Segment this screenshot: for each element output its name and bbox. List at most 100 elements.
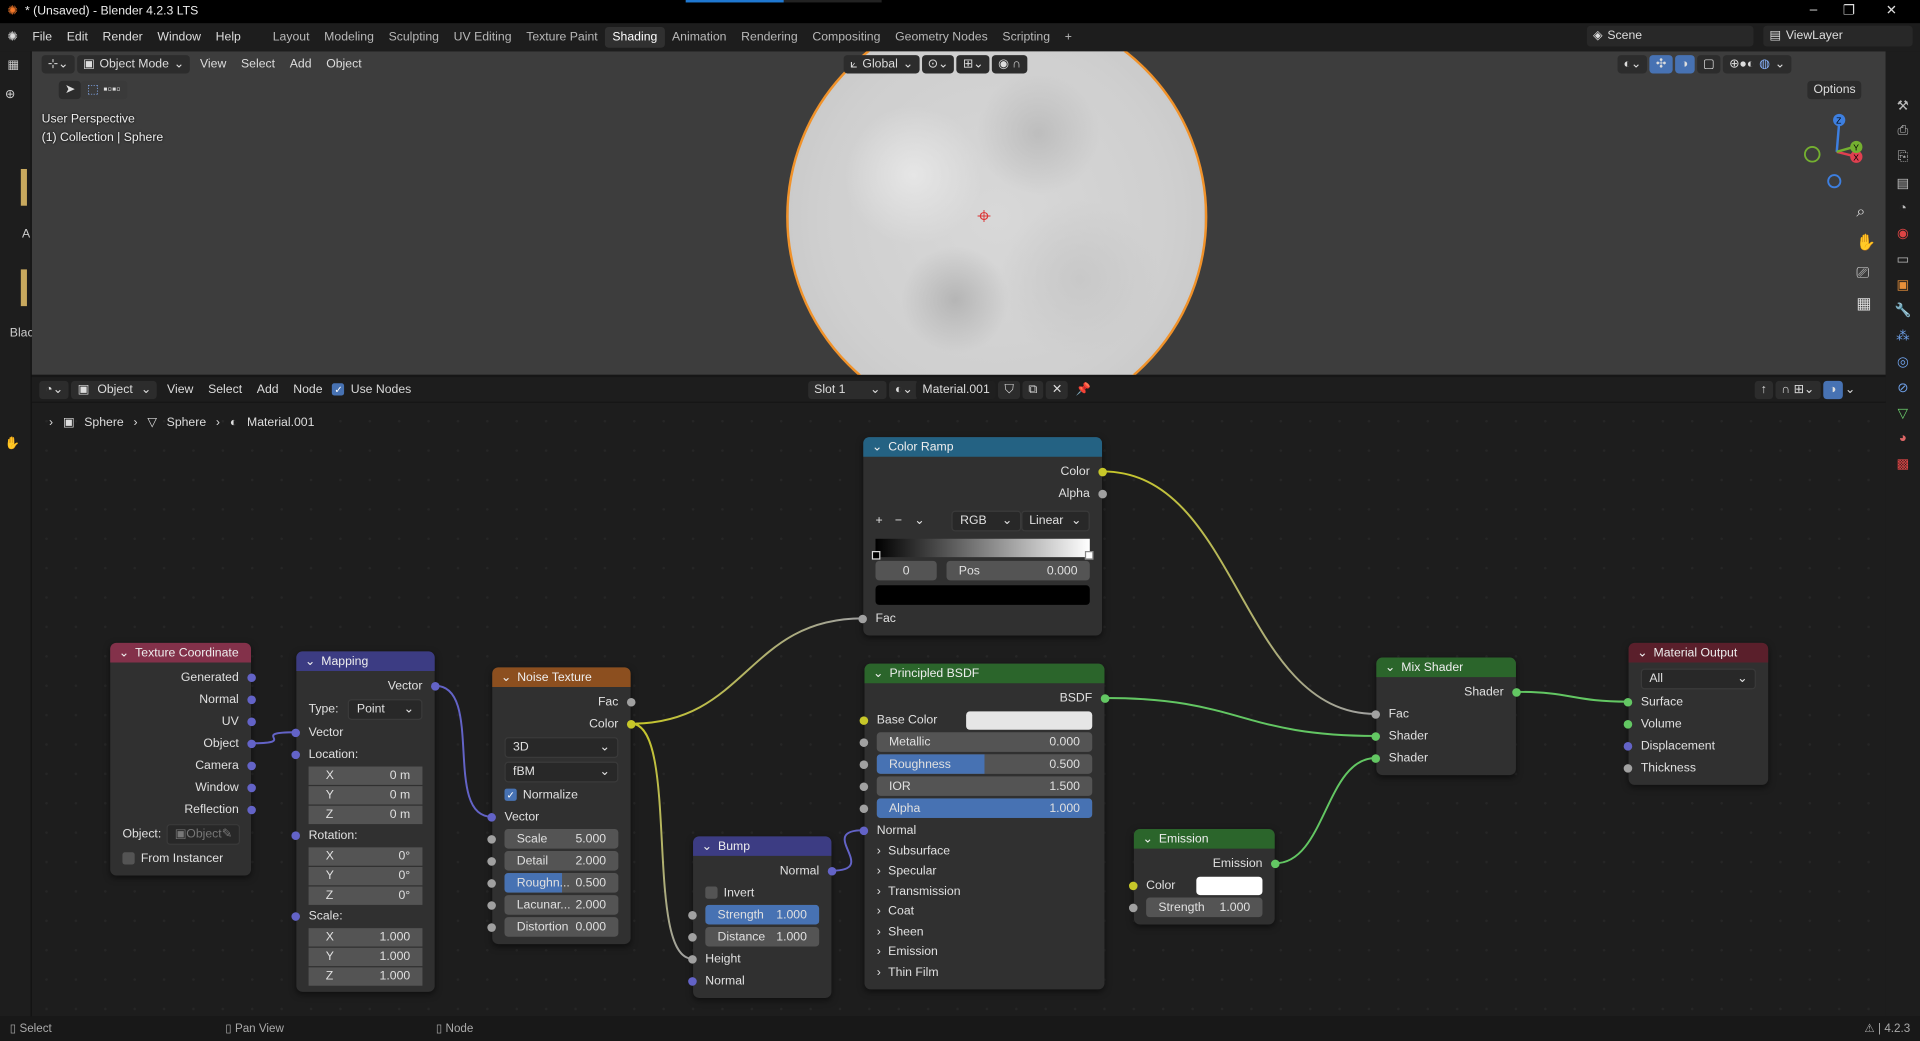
socket-vector-icon[interactable] <box>487 812 496 822</box>
socket-color-icon[interactable] <box>1098 467 1107 476</box>
node-header[interactable]: ⌄ Noise Texture <box>492 667 631 687</box>
socket-float-icon[interactable] <box>688 910 697 919</box>
color-mode-dropdown[interactable]: RGB ⌄ <box>951 510 1021 531</box>
node-header[interactable]: ⌄ Color Ramp <box>863 437 1103 457</box>
stop-color-swatch[interactable] <box>875 585 1090 605</box>
node-color-ramp[interactable]: ⌄ Color Ramp Color Alpha + − ⌄ RGB ⌄ Linear ⌄ 0 Pos 0… <box>858 437 1107 636</box>
breadcrumb-mesh[interactable]: Sphere <box>167 416 206 429</box>
fake-user-button[interactable]: ⛉ <box>998 380 1020 399</box>
socket-float-icon[interactable] <box>626 697 636 706</box>
socket-vector-icon[interactable] <box>859 825 869 835</box>
socket-vector-icon[interactable] <box>247 738 256 748</box>
color-swatch[interactable] <box>966 710 1093 730</box>
socket-vector-icon[interactable] <box>688 976 697 986</box>
vector-component-x[interactable]: X 1.000 <box>308 928 423 947</box>
socket-vector-icon[interactable] <box>291 911 301 921</box>
node-mix-shader[interactable]: ⌄ Mix Shader Shader Fac Shader Shader <box>1371 657 1521 776</box>
stop-index-field[interactable]: 0 <box>875 560 937 581</box>
breadcrumb-material[interactable]: Material.001 <box>247 416 314 429</box>
dropdown-all[interactable]: All ⌄ <box>1640 667 1756 689</box>
collapse-chevron-icon[interactable]: ⌄ <box>873 667 883 680</box>
value-slider-distance[interactable]: Distance 1.000 <box>705 926 820 947</box>
remove-stop-button[interactable]: − <box>895 514 902 527</box>
value-slider-metallic[interactable]: Metallic 0.000 <box>876 732 1093 752</box>
socket-float-icon[interactable] <box>1128 903 1138 912</box>
socket-float-icon[interactable] <box>858 614 867 623</box>
collapse-chevron-icon[interactable]: ⌄ <box>1637 646 1647 659</box>
socket-float-icon[interactable] <box>859 781 869 791</box>
socket-float-icon[interactable] <box>859 759 869 769</box>
panel-label[interactable]: Thin Film <box>888 966 938 979</box>
socket-shader-icon[interactable] <box>1512 687 1521 697</box>
socket-float-icon[interactable] <box>859 737 869 747</box>
vector-component-x[interactable]: X 0 m <box>308 766 423 785</box>
socket-vector-icon[interactable] <box>247 716 256 726</box>
socket-vector-icon[interactable] <box>1623 741 1633 751</box>
socket-float-icon[interactable] <box>688 954 697 964</box>
panel-label[interactable]: Emission <box>888 946 938 959</box>
panel-label[interactable]: Transmission <box>888 885 960 898</box>
parent-node-button[interactable]: ↑ <box>1754 380 1773 399</box>
stop-position-field[interactable]: Pos 0.000 <box>946 560 1090 581</box>
ramp-menu-button[interactable]: ⌄ <box>914 514 924 527</box>
node-material-output[interactable]: ⌄ Material Output All ⌄ Surface Volume Displac… <box>1623 642 1769 785</box>
dropdown-3d[interactable]: 3D ⌄ <box>504 736 619 758</box>
collapse-chevron-icon[interactable]: ⌄ <box>872 440 882 453</box>
material-name-field[interactable]: Material.001 <box>916 380 996 399</box>
socket-color-icon[interactable] <box>626 719 636 728</box>
unlink-material-button[interactable]: ✕ <box>1045 380 1069 399</box>
node-header[interactable]: ⌄ Mapping <box>296 651 435 672</box>
value-slider-roughn[interactable]: Roughn... 0.500 <box>504 873 619 893</box>
socket-vector-icon[interactable] <box>291 750 301 759</box>
socket-float-icon[interactable] <box>1098 489 1107 498</box>
socket-color-icon[interactable] <box>859 715 869 725</box>
socket-vector-icon[interactable] <box>291 727 301 737</box>
socket-shader-icon[interactable] <box>1623 719 1633 728</box>
vector-component-z[interactable]: Z 0° <box>308 886 423 905</box>
value-slider-lacunar[interactable]: Lacunar... 2.000 <box>504 895 619 915</box>
socket-vector-icon[interactable] <box>247 805 256 814</box>
socket-vector-icon[interactable] <box>291 830 301 840</box>
node-header[interactable]: ⌄ Material Output <box>1628 642 1769 663</box>
color-ramp-gradient[interactable] <box>871 538 1094 559</box>
use-nodes-checkbox[interactable]: ✓ Use Nodes <box>332 383 411 396</box>
value-slider-distortion[interactable]: Distortion 0.000 <box>504 917 619 937</box>
node-menu-node[interactable]: Node <box>286 383 330 396</box>
socket-vector-icon[interactable] <box>247 783 256 792</box>
value-slider-strength[interactable]: Strength 1.000 <box>1146 897 1263 918</box>
checkbox-from-instancer[interactable] <box>122 852 135 865</box>
object-picker[interactable]: ▣ Object ✎ <box>166 823 241 845</box>
collapse-chevron-icon[interactable]: ⌄ <box>1385 661 1395 674</box>
socket-float-icon[interactable] <box>487 834 496 844</box>
socket-vector-icon[interactable] <box>827 866 837 875</box>
panel-label[interactable]: Specular <box>888 865 936 878</box>
socket-float-icon[interactable] <box>487 922 496 932</box>
value-slider-scale[interactable]: Scale 5.000 <box>504 828 619 849</box>
collapse-chevron-icon[interactable]: ⌄ <box>305 654 315 667</box>
node-principled-bsdf[interactable]: ⌄ Principled BSDF BSDF Base Color Metallic 0.… <box>859 663 1110 989</box>
duplicate-material-button[interactable]: ⧉ <box>1022 380 1044 399</box>
material-browse-button[interactable]: ◐⌄ <box>888 380 919 399</box>
dropdown-fbm[interactable]: fBM ⌄ <box>504 761 619 782</box>
node-header[interactable]: ⌄ Bump <box>693 836 832 856</box>
dropdown-point[interactable]: Point ⌄ <box>348 698 423 720</box>
collapse-chevron-icon[interactable]: ⌄ <box>119 646 129 659</box>
socket-float-icon[interactable] <box>487 856 496 866</box>
socket-float-icon[interactable] <box>487 878 496 888</box>
node-bump[interactable]: ⌄ Bump Normal Invert Strength 1.000 Distance 1.… <box>688 836 837 998</box>
node-texture-coordinate[interactable]: ⌄ Texture Coordinate Generated Normal UV Obje… <box>110 642 256 876</box>
vector-component-z[interactable]: Z 1.000 <box>308 967 423 986</box>
pin-icon[interactable]: 📌 <box>1071 383 1096 396</box>
socket-float-icon[interactable] <box>1371 709 1381 719</box>
node-menu-view[interactable]: View <box>160 383 201 396</box>
node-mapping[interactable]: ⌄ Mapping Vector Type: Point ⌄ Vector Location:… <box>291 651 440 992</box>
vector-component-y[interactable]: Y 0° <box>308 866 423 886</box>
node-header[interactable]: ⌄ Principled BSDF <box>864 663 1105 684</box>
breadcrumb-object[interactable]: Sphere <box>84 416 123 429</box>
socket-shader-icon[interactable] <box>1623 697 1633 706</box>
value-slider-strength[interactable]: Strength 1.000 <box>705 904 820 925</box>
value-slider-ior[interactable]: IOR 1.500 <box>876 776 1093 796</box>
value-slider-detail[interactable]: Detail 2.000 <box>504 851 619 871</box>
socket-vector-icon[interactable] <box>431 681 440 691</box>
socket-shader-icon[interactable] <box>1371 753 1381 763</box>
